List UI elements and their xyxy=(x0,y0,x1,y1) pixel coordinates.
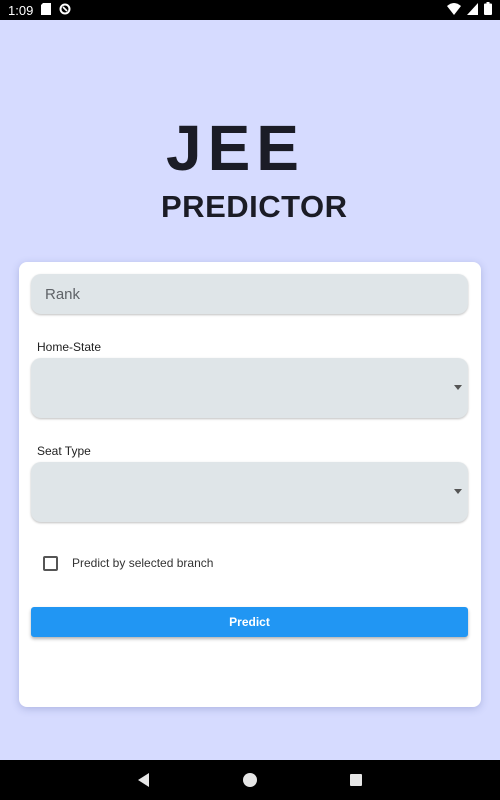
home-state-dropdown[interactable] xyxy=(31,358,468,418)
home-state-label: Home-State xyxy=(37,340,102,354)
home-icon[interactable] xyxy=(243,773,257,787)
battery-icon xyxy=(484,2,492,18)
predict-by-branch-checkbox[interactable] xyxy=(43,555,58,571)
data-saver-icon xyxy=(59,3,71,18)
status-time: 1:09 xyxy=(8,2,34,18)
dropdown-arrow-icon xyxy=(454,385,462,390)
recents-icon[interactable] xyxy=(350,774,362,786)
status-bar: 1:09 xyxy=(0,0,500,20)
rank-input[interactable] xyxy=(31,274,468,314)
back-icon[interactable] xyxy=(138,773,149,787)
signal-icon xyxy=(467,2,478,18)
dropdown-arrow-icon xyxy=(454,489,462,494)
sd-card-icon xyxy=(41,2,52,18)
seat-type-label: Seat Type xyxy=(37,444,91,458)
seat-type-dropdown[interactable] xyxy=(31,462,468,522)
navigation-bar xyxy=(0,760,500,800)
app-title-jee: JEE xyxy=(166,112,305,184)
wifi-icon xyxy=(447,2,461,18)
predict-by-branch-label: Predict by selected branch xyxy=(72,556,214,570)
predict-button[interactable]: Predict xyxy=(31,607,468,637)
predict-by-branch-row[interactable]: Predict by selected branch xyxy=(43,554,213,572)
predictor-form-card: Home-State Seat Type Predict by selected… xyxy=(19,262,481,707)
app-title-predictor: PREDICTOR xyxy=(161,189,348,224)
app-screen: JEE PREDICTOR Home-State Seat Type Predi… xyxy=(0,20,500,760)
